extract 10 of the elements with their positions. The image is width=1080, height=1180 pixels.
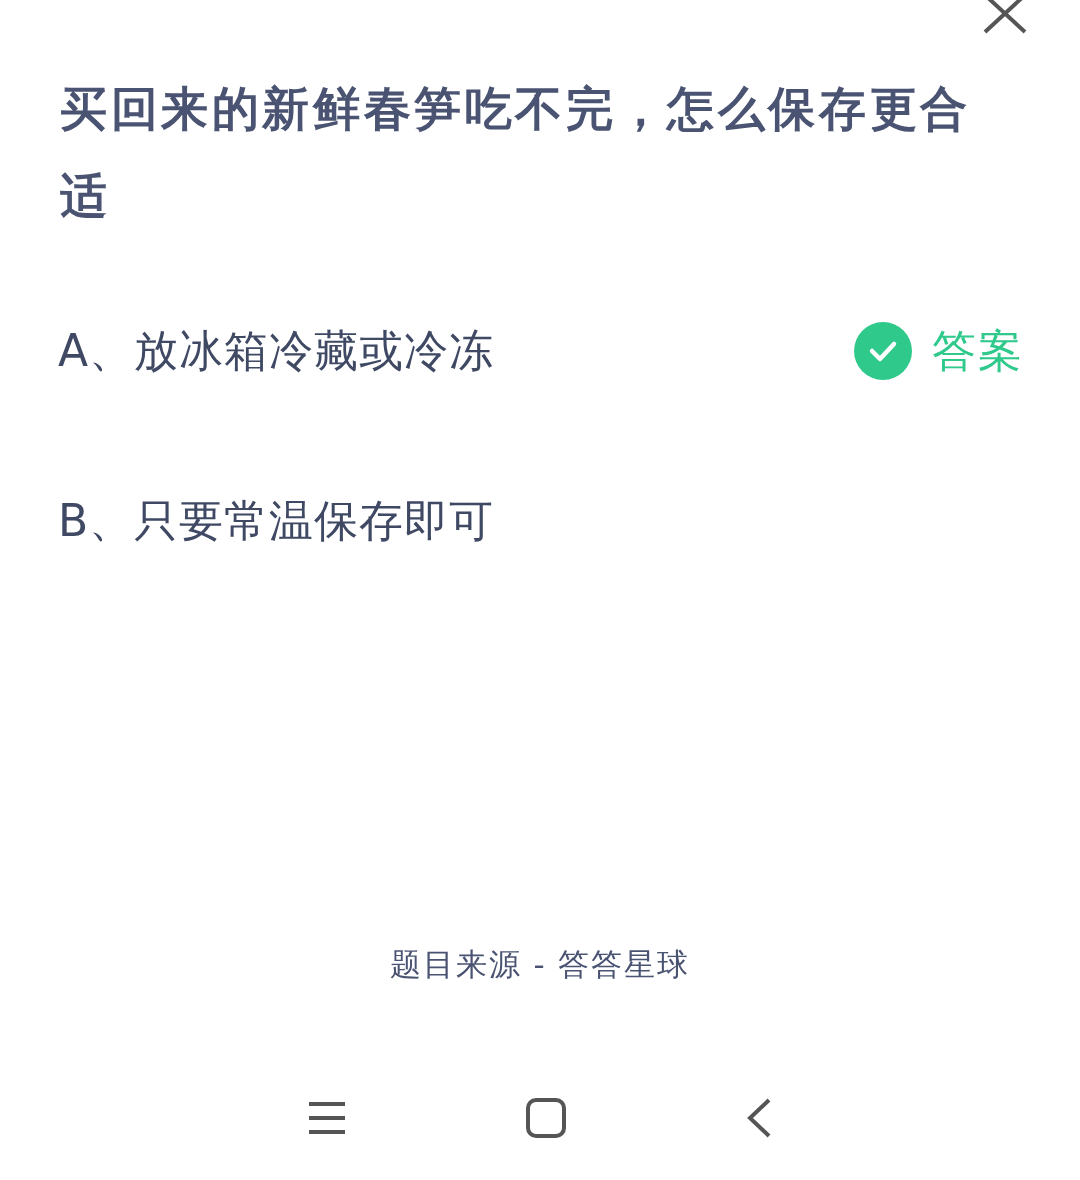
back-icon[interactable] [746,1098,772,1138]
option-text[interactable]: B、只要常温保存即可 [58,491,495,551]
answer-label: 答案 [932,323,1024,378]
question-title: 买回来的新鲜春笋吃不完，怎么保存更合适 [60,80,972,225]
source-text: 题目来源 - 答答星球 [389,945,691,984]
check-circle-icon [854,322,912,380]
menu-icon[interactable] [308,1101,346,1135]
close-icon[interactable] [982,0,1028,34]
option-text[interactable]: A、放冰箱冷藏或冷冻 [58,321,495,381]
home-icon[interactable] [526,1098,566,1138]
